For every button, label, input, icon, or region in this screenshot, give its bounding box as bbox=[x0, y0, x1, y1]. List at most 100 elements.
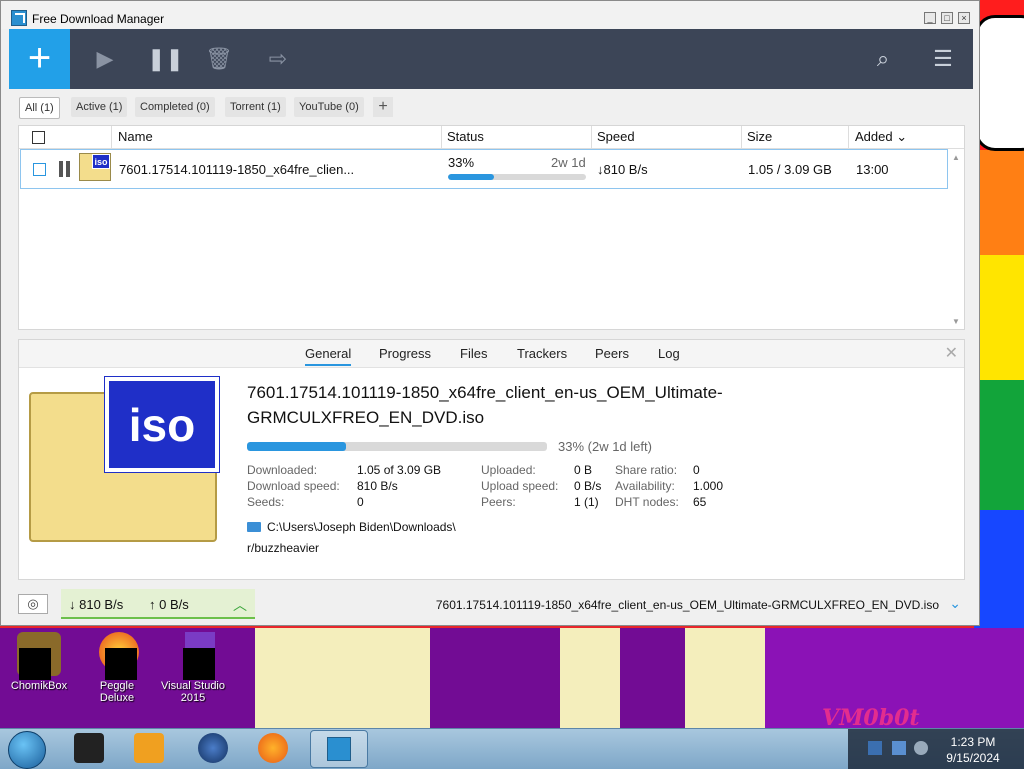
download-list: Name Status Speed Size Added ⌄ iso 7601.… bbox=[18, 125, 965, 330]
uploaded-label: Uploaded: bbox=[481, 463, 536, 477]
details-progress-bar bbox=[247, 442, 547, 451]
fdm-icon bbox=[327, 737, 351, 761]
tab-trackers[interactable]: Trackers bbox=[517, 346, 567, 361]
details-panel: General Progress Files Trackers Peers Lo… bbox=[18, 339, 965, 580]
dht-nodes-value: 65 bbox=[693, 495, 707, 509]
desktop-icon-label: Peggle Deluxe bbox=[99, 680, 135, 704]
taskbar: 1:23 PM 9/15/2024 bbox=[0, 728, 1024, 769]
tab-peers[interactable]: Peers bbox=[595, 346, 629, 361]
dht-nodes-label: DHT nodes: bbox=[615, 495, 679, 509]
pause-icon[interactable]: ❚❚ bbox=[147, 43, 184, 75]
peers-value: 1 (1) bbox=[574, 495, 599, 509]
toolbar: + ▶ ❚❚ 🗑 ⇨ ⌕ ☰ bbox=[9, 29, 973, 89]
clock-time: 1:23 PM bbox=[950, 735, 996, 749]
list-header: Name Status Speed Size Added ⌄ bbox=[19, 126, 964, 149]
download-added: 13:00 bbox=[856, 162, 889, 177]
status-current-file: 7601.17514.101119-1850_x64fre_client_en-… bbox=[435, 598, 939, 612]
download-speed-value: 810 B/s bbox=[357, 479, 398, 493]
status-percent: 33% bbox=[448, 155, 475, 170]
tray-icon[interactable] bbox=[868, 741, 882, 755]
network-icon[interactable] bbox=[892, 741, 906, 755]
window-title: Free Download Manager bbox=[32, 12, 165, 26]
restore-button[interactable]: □ bbox=[941, 12, 953, 24]
title-bar: Free Download Manager _ □ × bbox=[1, 1, 979, 29]
pause-icon[interactable] bbox=[59, 161, 71, 177]
availability-value: 1.000 bbox=[693, 479, 724, 493]
download-speed: ↓810 B/s bbox=[597, 162, 648, 177]
add-filter-button[interactable]: + bbox=[373, 97, 393, 117]
resume-icon[interactable]: ▶ bbox=[89, 43, 121, 75]
filter-torrent[interactable]: Torrent (1) bbox=[225, 97, 286, 117]
filter-youtube[interactable]: YouTube (0) bbox=[294, 97, 364, 117]
start-button[interactable] bbox=[8, 731, 46, 769]
total-upload-speed: ↑ 0 B/s bbox=[149, 597, 189, 612]
taskbar-fdm-button[interactable] bbox=[310, 730, 368, 768]
row-checkbox[interactable] bbox=[33, 163, 46, 176]
details-progress-fill bbox=[247, 442, 346, 451]
menu-icon[interactable]: ☰ bbox=[927, 43, 959, 75]
desktop-icon-visual-studio[interactable]: Visual Studio 2015 bbox=[158, 632, 228, 704]
download-speed-label: Download speed: bbox=[247, 479, 340, 493]
close-details-icon[interactable]: ✕ bbox=[945, 343, 958, 363]
download-size: 1.05 / 3.09 GB bbox=[748, 162, 832, 177]
uploaded-value: 0 B bbox=[574, 463, 593, 477]
row-progress-bar bbox=[448, 174, 586, 180]
speed-panel[interactable]: ↓ 810 B/s ↑ 0 B/s ︿ bbox=[61, 589, 255, 619]
row-progress-fill bbox=[448, 174, 494, 180]
app-logo-icon bbox=[11, 10, 27, 26]
filter-active[interactable]: Active (1) bbox=[71, 97, 128, 117]
peers-label: Peers: bbox=[481, 495, 516, 509]
column-size[interactable]: Size bbox=[747, 129, 772, 144]
column-status[interactable]: Status bbox=[447, 129, 484, 144]
seeds-label: Seeds: bbox=[247, 495, 285, 509]
download-name: 7601.17514.101119-1850_x64fre_clien... bbox=[119, 162, 355, 177]
upload-speed-label: Upload speed: bbox=[481, 479, 559, 493]
desktop-icon-peggle[interactable]: Peggle Deluxe bbox=[82, 632, 152, 704]
downloaded-label: Downloaded: bbox=[247, 463, 318, 477]
download-row[interactable]: iso 7601.17514.101119-1850_x64fre_clien.… bbox=[20, 149, 948, 189]
volume-icon[interactable] bbox=[914, 741, 928, 755]
status-eta: 2w 1d bbox=[551, 155, 586, 170]
move-folder-icon[interactable]: ⇨ bbox=[262, 43, 294, 75]
delete-icon[interactable]: 🗑 bbox=[203, 43, 235, 75]
desktop-icon-label: Visual Studio 2015 bbox=[160, 680, 225, 704]
taskbar-media-icon[interactable] bbox=[134, 733, 164, 763]
desktop-icon-chomikbox[interactable]: ChomikBox bbox=[4, 632, 74, 692]
tab-log[interactable]: Log bbox=[658, 346, 680, 361]
add-download-button[interactable]: + bbox=[9, 29, 70, 89]
torrent-comment: r/buzzheavier bbox=[247, 541, 320, 555]
list-scrollbar[interactable]: ▲ ▼ bbox=[950, 149, 963, 329]
tab-general[interactable]: General bbox=[305, 346, 352, 366]
taskbar-app-icon[interactable] bbox=[74, 733, 104, 763]
details-tabs: General Progress Files Trackers Peers Lo… bbox=[19, 340, 964, 368]
desktop-icon-label: ChomikBox bbox=[10, 680, 68, 692]
upload-speed-value: 0 B/s bbox=[574, 479, 602, 493]
availability-label: Availability: bbox=[615, 479, 675, 493]
tab-progress[interactable]: Progress bbox=[379, 346, 431, 361]
close-window-button[interactable]: × bbox=[958, 12, 970, 24]
column-name[interactable]: Name bbox=[118, 129, 153, 144]
taskbar-globe-icon[interactable] bbox=[198, 733, 228, 763]
iso-file-large-icon: iso bbox=[29, 376, 220, 542]
column-speed[interactable]: Speed bbox=[597, 129, 635, 144]
wallpaper-blob bbox=[975, 15, 1024, 151]
speed-mode-snail-icon[interactable]: ◎ bbox=[18, 594, 48, 614]
filter-completed[interactable]: Completed (0) bbox=[135, 97, 215, 117]
fdm-window: Free Download Manager _ □ × + ▶ ❚❚ 🗑 ⇨ ⌕… bbox=[0, 0, 980, 626]
chevron-down-icon[interactable]: ⌄ bbox=[949, 595, 961, 612]
details-file-name: 7601.17514.101119-1850_x64fre_client_en-… bbox=[247, 383, 723, 427]
filter-all[interactable]: All (1) bbox=[19, 97, 60, 119]
chevron-up-icon[interactable]: ︿ bbox=[233, 595, 247, 615]
folder-icon bbox=[247, 522, 261, 532]
select-all-checkbox[interactable] bbox=[32, 131, 45, 144]
download-path[interactable]: C:\Users\Joseph Biden\Downloads\ bbox=[247, 520, 456, 534]
system-clock[interactable]: 1:23 PM 9/15/2024 bbox=[930, 734, 1016, 766]
column-added[interactable]: Added ⌄ bbox=[855, 129, 907, 145]
share-ratio-value: 0 bbox=[693, 463, 700, 477]
clock-date: 9/15/2024 bbox=[946, 751, 1000, 765]
download-path-text: C:\Users\Joseph Biden\Downloads\ bbox=[267, 520, 456, 534]
search-icon[interactable]: ⌕ bbox=[867, 43, 899, 75]
tab-files[interactable]: Files bbox=[460, 346, 487, 361]
firefox-icon[interactable] bbox=[258, 733, 288, 763]
minimize-button[interactable]: _ bbox=[924, 12, 936, 24]
